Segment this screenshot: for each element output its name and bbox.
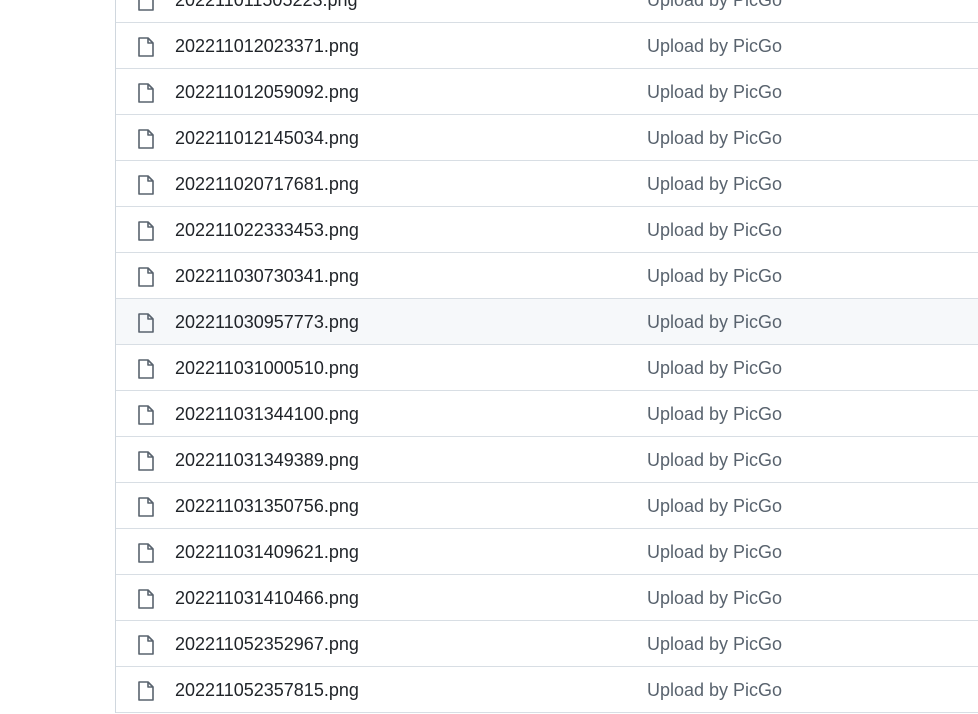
file-icon [137, 313, 155, 333]
file-name-link[interactable]: 202211012145034.png [175, 115, 359, 160]
file-name-link[interactable]: 202211030730341.png [175, 253, 359, 298]
file-row[interactable]: 202211030730341.png Upload by PicGo [116, 253, 978, 299]
file-name-link[interactable]: 202211020717681.png [175, 161, 359, 206]
file-row[interactable]: 202211022333453.png Upload by PicGo [116, 207, 978, 253]
file-name-link[interactable]: 202211012023371.png [175, 23, 359, 68]
file-icon [137, 681, 155, 701]
commit-message-link[interactable]: Upload by PicGo [647, 391, 782, 436]
file-icon [137, 405, 155, 425]
commit-message-link[interactable]: Upload by PicGo [647, 23, 782, 68]
file-list: 202211011505223.png Upload by PicGo 2022… [115, 0, 978, 713]
commit-message-link[interactable]: Upload by PicGo [647, 529, 782, 574]
file-name-link[interactable]: 202211031409621.png [175, 529, 359, 574]
file-name-link[interactable]: 202211052357815.png [175, 667, 359, 712]
file-name-link[interactable]: 202211011505223.png [175, 0, 358, 22]
file-icon [137, 589, 155, 609]
file-row[interactable]: 202211031409621.png Upload by PicGo [116, 529, 978, 575]
commit-message-link[interactable]: Upload by PicGo [647, 115, 782, 160]
commit-message-link[interactable]: Upload by PicGo [647, 575, 782, 620]
file-icon [137, 0, 155, 11]
commit-message-link[interactable]: Upload by PicGo [647, 161, 782, 206]
file-icon [137, 635, 155, 655]
commit-message-link[interactable]: Upload by PicGo [647, 69, 782, 114]
file-icon [137, 451, 155, 471]
file-name-link[interactable]: 202211031349389.png [175, 437, 359, 482]
file-row[interactable]: 202211052357815.png Upload by PicGo [116, 667, 978, 713]
file-row[interactable]: 202211012145034.png Upload by PicGo [116, 115, 978, 161]
file-icon [137, 359, 155, 379]
commit-message-link[interactable]: Upload by PicGo [647, 667, 782, 712]
file-row[interactable]: 202211012059092.png Upload by PicGo [116, 69, 978, 115]
commit-message-link[interactable]: Upload by PicGo [647, 483, 782, 528]
file-row-hovered[interactable]: 202211030957773.png Upload by PicGo [116, 299, 978, 345]
file-row[interactable]: 202211031349389.png Upload by PicGo [116, 437, 978, 483]
file-name-link[interactable]: 202211031350756.png [175, 483, 359, 528]
file-row[interactable]: 202211011505223.png Upload by PicGo [116, 0, 978, 23]
file-icon [137, 37, 155, 57]
commit-message-link[interactable]: Upload by PicGo [647, 345, 782, 390]
file-name-link[interactable]: 202211012059092.png [175, 69, 359, 114]
file-row[interactable]: 202211031344100.png Upload by PicGo [116, 391, 978, 437]
file-row[interactable]: 202211031000510.png Upload by PicGo [116, 345, 978, 391]
file-icon [137, 267, 155, 287]
file-row[interactable]: 202211031410466.png Upload by PicGo [116, 575, 978, 621]
commit-message-link[interactable]: Upload by PicGo [647, 437, 782, 482]
file-name-link[interactable]: 202211030957773.png [175, 299, 359, 344]
file-icon [137, 543, 155, 563]
file-icon [137, 175, 155, 195]
file-row[interactable]: 202211052352967.png Upload by PicGo [116, 621, 978, 667]
file-icon [137, 221, 155, 241]
file-row[interactable]: 202211012023371.png Upload by PicGo [116, 23, 978, 69]
file-name-link[interactable]: 202211031344100.png [175, 391, 359, 436]
file-name-link[interactable]: 202211022333453.png [175, 207, 359, 252]
commit-message-link[interactable]: Upload by PicGo [647, 0, 782, 22]
file-row[interactable]: 202211020717681.png Upload by PicGo [116, 161, 978, 207]
file-name-link[interactable]: 202211031000510.png [175, 345, 359, 390]
file-icon [137, 129, 155, 149]
file-row[interactable]: 202211031350756.png Upload by PicGo [116, 483, 978, 529]
file-icon [137, 497, 155, 517]
commit-message-link[interactable]: Upload by PicGo [647, 253, 782, 298]
commit-message-link[interactable]: Upload by PicGo [647, 299, 782, 344]
commit-message-link[interactable]: Upload by PicGo [647, 207, 782, 252]
file-icon [137, 83, 155, 103]
file-name-link[interactable]: 202211031410466.png [175, 575, 359, 620]
file-name-link[interactable]: 202211052352967.png [175, 621, 359, 666]
commit-message-link[interactable]: Upload by PicGo [647, 621, 782, 666]
